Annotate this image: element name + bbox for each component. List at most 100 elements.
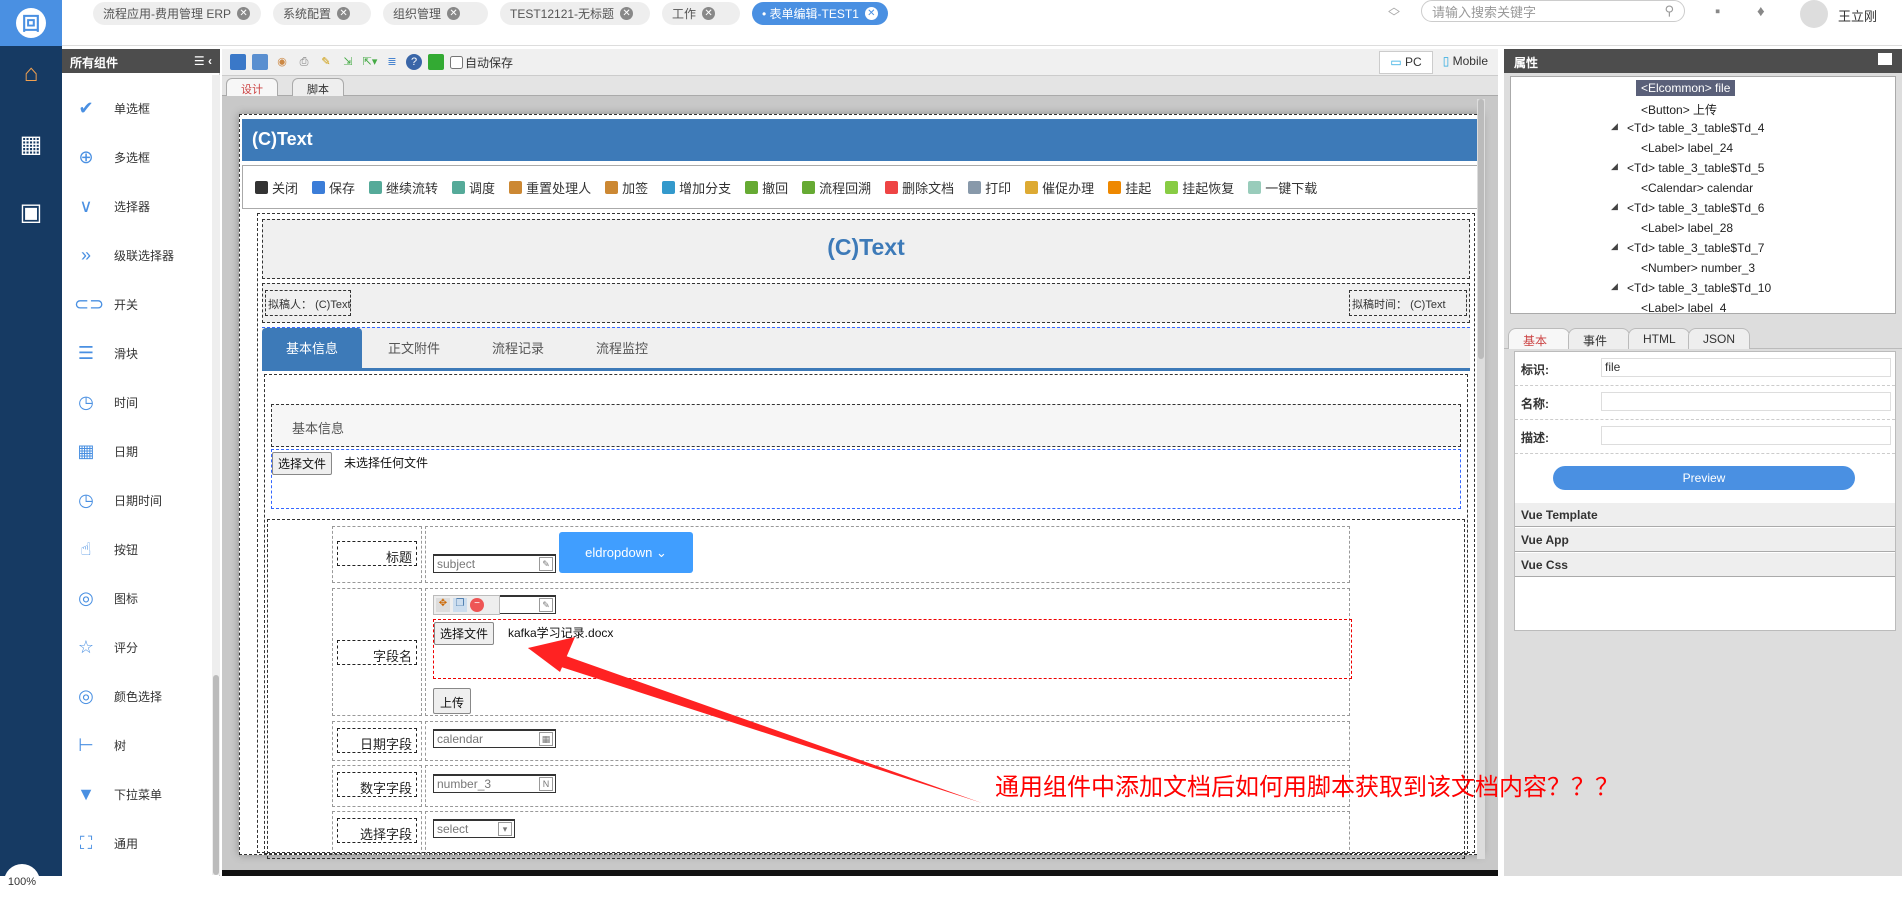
delete-icon[interactable]: −: [470, 598, 484, 612]
form-tab[interactable]: 流程记录: [466, 328, 570, 369]
layers-icon[interactable]: [428, 54, 444, 70]
pc-button[interactable]: ▭ PC: [1379, 51, 1433, 74]
print-icon[interactable]: ⎙: [296, 54, 312, 70]
choose-file-button[interactable]: 选择文件: [434, 622, 495, 645]
component-item[interactable]: ☰ 滑块: [62, 338, 212, 368]
component-item[interactable]: ☝ 按钮: [62, 534, 212, 564]
action-button[interactable]: 流程回溯: [802, 178, 871, 197]
preview-eye-icon[interactable]: ◉: [274, 54, 290, 70]
scroll-tabs-icon[interactable]: ︿ ﹀: [1388, 1, 1400, 23]
canvas-scrollbar[interactable]: [1477, 99, 1485, 859]
component-item[interactable]: ◎ 图标: [62, 583, 212, 613]
tree-node[interactable]: <Label> label_4: [1641, 301, 1726, 313]
autosave-checkbox[interactable]: 自动保存: [450, 54, 513, 71]
choose-file-button[interactable]: 选择文件: [272, 452, 333, 475]
tab-script[interactable]: 脚本: [292, 78, 344, 96]
list-icon[interactable]: ≣: [384, 54, 400, 70]
tab-design[interactable]: 设计: [226, 78, 278, 96]
user-name[interactable]: 王立刚: [1838, 6, 1877, 25]
tree-node[interactable]: <Td> table_3_table$Td_7: [1627, 241, 1764, 255]
zoom-level[interactable]: 100%: [4, 864, 40, 900]
app-logo[interactable]: 回: [0, 0, 62, 46]
tree-node[interactable]: <Button> 上传: [1641, 101, 1717, 118]
mobile-button[interactable]: ▯ Mobile: [1433, 51, 1498, 74]
action-button[interactable]: 一键下载: [1248, 178, 1317, 197]
top-tab[interactable]: • 表单编辑-TEST1 ✕: [752, 2, 888, 25]
top-tab[interactable]: 组织管理 ✕: [383, 2, 488, 25]
component-item[interactable]: ☆ 评分: [62, 632, 212, 662]
component-item[interactable]: ◷ 日期时间: [62, 485, 212, 515]
form-tab[interactable]: 流程监控: [570, 328, 674, 369]
property-tab[interactable]: HTML: [1628, 328, 1690, 349]
monitor-user-icon[interactable]: ▣: [0, 198, 62, 227]
tree-node[interactable]: <Elcommon> file: [1636, 80, 1736, 96]
top-tab[interactable]: TEST12121-无标题 ✕: [500, 2, 650, 25]
import-icon[interactable]: ⇲: [340, 54, 356, 70]
close-icon[interactable]: ✕: [620, 7, 634, 20]
tree-expand-icon[interactable]: ◢: [1611, 121, 1618, 132]
component-item[interactable]: ◎ 颜色选择: [62, 681, 212, 711]
calendar-input[interactable]: calendar ▦: [433, 729, 556, 748]
name-input[interactable]: [1601, 392, 1891, 411]
tree-node[interactable]: <Calendar> calendar: [1641, 181, 1753, 195]
action-button[interactable]: 重置处理人: [509, 178, 591, 197]
search-input[interactable]: 请输入搜索关键字 ⚲: [1421, 0, 1685, 22]
action-button[interactable]: 加签: [605, 178, 648, 197]
preview-button[interactable]: Preview: [1553, 466, 1855, 490]
search-icon[interactable]: ⚲: [1664, 3, 1674, 19]
number-input[interactable]: number_3 N: [433, 774, 556, 793]
form-tab[interactable]: 基本信息: [262, 328, 362, 369]
autosave-check[interactable]: [450, 55, 463, 69]
shirt-icon[interactable]: ♦: [1757, 3, 1765, 20]
tree-expand-icon[interactable]: ◢: [1611, 281, 1618, 292]
action-button[interactable]: 催促办理: [1025, 178, 1094, 197]
action-button[interactable]: 调度: [452, 178, 495, 197]
tree-node[interactable]: <Label> label_28: [1641, 221, 1733, 235]
scroll-thumb[interactable]: [1478, 99, 1484, 359]
component-item[interactable]: ▼ 下拉菜单: [62, 779, 212, 809]
action-button[interactable]: 继续流转: [369, 178, 438, 197]
component-item[interactable]: ◷ 时间: [62, 387, 212, 417]
property-tab[interactable]: 基本: [1508, 328, 1570, 349]
close-icon[interactable]: ✕: [864, 7, 878, 20]
tree-node[interactable]: <Td> table_3_table$Td_4: [1627, 121, 1764, 135]
close-icon[interactable]: ✕: [237, 7, 251, 20]
action-button[interactable]: 增加分支: [662, 178, 731, 197]
component-item[interactable]: ⛶ 通用: [62, 828, 212, 858]
action-button[interactable]: 删除文档: [885, 178, 954, 197]
tree-node[interactable]: <Td> table_3_table$Td_5: [1627, 161, 1764, 175]
action-button[interactable]: 挂起恢复: [1165, 178, 1234, 197]
close-icon[interactable]: ✕: [447, 7, 461, 20]
eldropdown-button[interactable]: eldropdown ⌄: [559, 532, 693, 573]
action-button[interactable]: 撤回: [745, 178, 788, 197]
component-item[interactable]: ⊂⊃ 开关: [62, 289, 212, 319]
grid-icon[interactable]: ▦: [0, 130, 62, 159]
select-input[interactable]: select ▾: [433, 819, 515, 838]
top-tab[interactable]: 流程应用-费用管理 ERP ✕: [93, 2, 261, 25]
tree-node[interactable]: <Number> number_3: [1641, 261, 1755, 275]
wand-icon[interactable]: ✎: [318, 54, 334, 70]
form-tab[interactable]: 正文附件: [362, 328, 466, 369]
message-icon[interactable]: ▪: [1715, 3, 1720, 20]
tree-node[interactable]: <Td> table_3_table$Td_10: [1627, 281, 1771, 295]
action-button[interactable]: 打印: [968, 178, 1011, 197]
copy-icon[interactable]: ❐: [453, 598, 467, 612]
tree-node[interactable]: <Td> table_3_table$Td_6: [1627, 201, 1764, 215]
desc-input[interactable]: [1601, 426, 1891, 445]
export-icon[interactable]: ⇱▾: [362, 54, 378, 70]
property-tab[interactable]: JSON: [1688, 328, 1750, 349]
move-icon[interactable]: ✥: [436, 598, 450, 612]
avatar[interactable]: [1800, 0, 1828, 28]
help-icon[interactable]: ?: [406, 54, 422, 70]
component-item[interactable]: ⊕ 多选框: [62, 142, 212, 172]
save-icon[interactable]: [230, 54, 246, 70]
calendar-icon[interactable]: ▦: [539, 732, 553, 746]
tree-expand-icon[interactable]: ◢: [1611, 201, 1618, 212]
component-item[interactable]: ⊢ 树: [62, 730, 212, 760]
property-tab[interactable]: 事件: [1568, 328, 1630, 349]
component-item[interactable]: ▦ 日期: [62, 436, 212, 466]
tree-expand-icon[interactable]: ◢: [1611, 241, 1618, 252]
component-item[interactable]: ∨ 选择器: [62, 191, 212, 221]
upload-button[interactable]: 上传: [433, 688, 472, 714]
scroll-thumb[interactable]: [213, 675, 219, 875]
